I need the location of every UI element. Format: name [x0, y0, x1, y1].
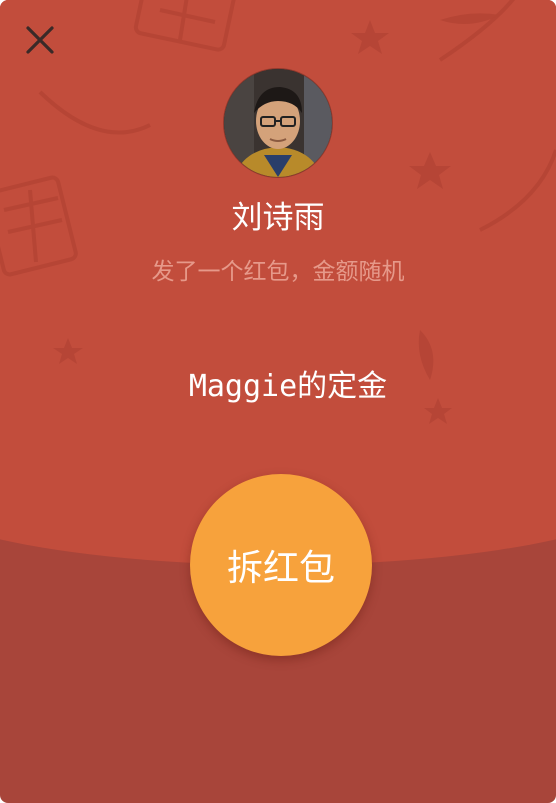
- packet-subtitle: 发了一个红包，金额随机: [151, 259, 405, 285]
- person-photo-avatar-icon: [224, 69, 332, 177]
- close-icon: [26, 26, 54, 54]
- red-packet-card: 刘诗雨 发了一个红包，金额随机 Maggie的定金 拆红包: [0, 0, 556, 803]
- open-packet-label: 拆红包: [226, 548, 335, 589]
- open-packet-button[interactable]: 拆红包: [190, 474, 372, 656]
- close-button[interactable]: [22, 22, 58, 58]
- packet-message: Maggie的定金: [188, 369, 388, 404]
- sender-name: 刘诗雨: [231, 200, 325, 236]
- avatar: [224, 69, 332, 177]
